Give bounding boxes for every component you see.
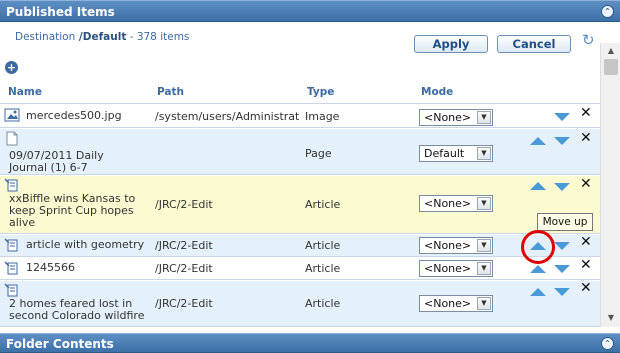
- mode-select-value: <None>: [424, 297, 472, 310]
- table-row: article with geometry /JRC/2-Edit Articl…: [0, 235, 600, 257]
- table-row: 09/07/2011 Daily Journal (1) 6-7 Page De…: [0, 129, 600, 175]
- collapse-icon[interactable]: ⌃: [601, 5, 614, 18]
- mode-select[interactable]: Default ▼: [419, 145, 493, 162]
- move-up-icon[interactable]: [530, 288, 546, 296]
- chevron-down-icon[interactable]: ▼: [477, 262, 491, 275]
- chevron-down-icon[interactable]: ▼: [477, 147, 491, 160]
- article-icon: [4, 261, 18, 275]
- item-name[interactable]: 09/07/2011 Daily Journal (1) 6-7: [9, 150, 139, 174]
- move-down-icon[interactable]: [554, 183, 570, 191]
- panel-title: Published Items: [6, 5, 115, 19]
- mode-select-value: <None>: [424, 262, 472, 275]
- mode-select-value: Default: [424, 147, 465, 160]
- item-path: /JRC/2-Edit: [155, 198, 213, 211]
- breadcrumb-folder: Default: [82, 31, 127, 43]
- remove-icon[interactable]: ✕: [580, 177, 592, 191]
- mode-select[interactable]: <None> ▼: [419, 195, 493, 212]
- mode-select[interactable]: <None> ▼: [419, 237, 493, 254]
- chevron-down-icon[interactable]: ▼: [477, 197, 491, 210]
- table-row: xxBiffle wins Kansas to keep Sprint Cup …: [0, 176, 600, 234]
- column-header-type[interactable]: Type: [307, 86, 334, 98]
- item-path: /JRC/2-Edit: [155, 262, 213, 275]
- scroll-thumb[interactable]: [604, 59, 618, 75]
- chevron-down-icon[interactable]: ▼: [477, 297, 491, 310]
- folder-contents-header: Folder Contents ⌃: [0, 333, 620, 353]
- item-count: - 378 items: [126, 31, 190, 43]
- mode-select-value: <None>: [424, 197, 472, 210]
- mode-select[interactable]: <None> ▼: [419, 260, 493, 277]
- move-down-icon[interactable]: [554, 265, 570, 273]
- remove-icon[interactable]: ✕: [580, 281, 592, 295]
- article-icon: [4, 238, 18, 252]
- toolbar: Destination /Default - 378 items Apply C…: [0, 22, 600, 58]
- item-path: /JRC/2-Edit: [155, 297, 213, 310]
- remove-icon[interactable]: ✕: [580, 235, 592, 249]
- item-type: Article: [305, 198, 341, 211]
- scroll-down-icon[interactable]: ▼: [603, 311, 619, 325]
- remove-icon[interactable]: ✕: [580, 258, 592, 272]
- chevron-down-icon[interactable]: ▼: [477, 239, 491, 252]
- table-row: mercedes500.jpg /system/users/Administra…: [0, 104, 600, 128]
- page-icon: [6, 131, 18, 146]
- article-icon: [4, 178, 18, 192]
- table-row: 1245566 /JRC/2-Edit Article <None> ▼ ✕: [0, 258, 600, 280]
- highlight-circle: [521, 230, 555, 264]
- mode-select-value: <None>: [424, 239, 472, 252]
- footer-title: Folder Contents: [6, 337, 114, 351]
- item-type: Article: [305, 239, 341, 252]
- table-row: 2 homes feared lost in second Colorado w…: [0, 281, 600, 327]
- move-down-icon[interactable]: [554, 137, 570, 145]
- move-down-icon[interactable]: [554, 113, 570, 121]
- mode-select[interactable]: <None> ▼: [419, 295, 493, 312]
- breadcrumb-separator: /: [75, 31, 83, 43]
- breadcrumb: Destination /Default - 378 items: [15, 31, 189, 43]
- item-path: /JRC/2-Edit: [155, 239, 213, 252]
- column-header-mode[interactable]: Mode: [421, 86, 453, 98]
- move-up-icon[interactable]: [530, 265, 546, 273]
- image-icon: [4, 108, 20, 122]
- item-name[interactable]: mercedes500.jpg: [26, 110, 122, 122]
- item-type: Article: [305, 262, 341, 275]
- cancel-button[interactable]: Cancel: [497, 35, 571, 53]
- move-up-tooltip: Move up: [537, 213, 593, 231]
- move-up-icon[interactable]: [530, 182, 546, 190]
- apply-button[interactable]: Apply: [414, 35, 488, 53]
- item-type: Page: [305, 147, 332, 160]
- item-name[interactable]: 2 homes feared lost in second Colorado w…: [9, 298, 159, 322]
- scroll-up-icon[interactable]: ▲: [603, 44, 619, 58]
- vertical-scrollbar[interactable]: ▲ ▼: [600, 43, 620, 327]
- mode-select-value: <None>: [424, 111, 472, 124]
- remove-icon[interactable]: ✕: [580, 131, 592, 145]
- item-type: Article: [305, 297, 341, 310]
- item-type: Image: [305, 110, 340, 123]
- remove-icon[interactable]: ✕: [580, 106, 592, 120]
- item-name[interactable]: xxBiffle wins Kansas to keep Sprint Cup …: [9, 193, 154, 229]
- move-down-icon[interactable]: [554, 242, 570, 250]
- expand-icon[interactable]: ⌃: [601, 337, 614, 350]
- move-down-icon[interactable]: [554, 288, 570, 296]
- column-header-path[interactable]: Path: [157, 86, 184, 98]
- item-name[interactable]: 1245566: [26, 262, 75, 274]
- item-name[interactable]: article with geometry: [26, 239, 144, 251]
- move-up-icon[interactable]: [530, 137, 546, 145]
- published-items-header: Published Items ⌃: [0, 0, 620, 22]
- refresh-icon[interactable]: ↻: [582, 32, 596, 48]
- column-header-name[interactable]: Name: [8, 86, 42, 98]
- article-icon: [4, 283, 18, 297]
- item-path: /system/users/Administrat: [155, 110, 300, 123]
- breadcrumb-destination[interactable]: Destination: [15, 31, 75, 43]
- chevron-down-icon[interactable]: ▼: [477, 111, 491, 124]
- add-item-icon[interactable]: +: [5, 61, 18, 74]
- mode-select[interactable]: <None> ▼: [419, 109, 493, 126]
